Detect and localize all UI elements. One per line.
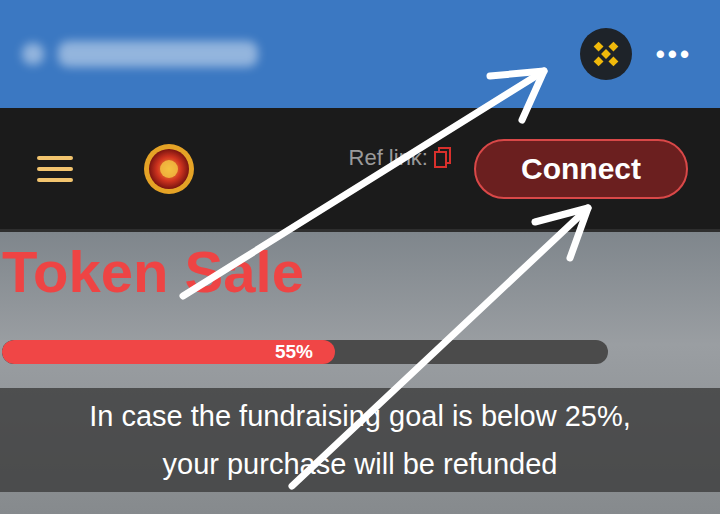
token-sale-title: Token Sale (0, 238, 720, 306)
copy-icon[interactable] (434, 147, 452, 169)
progress-bar: 55% (2, 340, 608, 364)
nav-bar: Ref link: Connect (0, 108, 720, 232)
club-logo-icon[interactable] (143, 143, 195, 195)
hamburger-icon[interactable] (37, 156, 73, 182)
screen: ••• Ref link: Connect Token Sale 55% In case … (0, 0, 720, 514)
annotation-arrows (0, 0, 720, 514)
ref-link[interactable]: Ref link: (349, 145, 452, 171)
refund-notice: In case the fundraising goal is below 25… (0, 388, 720, 492)
token-sale-section: Token Sale 55% In case the fundraising goa… (0, 232, 720, 514)
progress-reading: 55% (2, 340, 608, 364)
notice-line: your purchase will be refunded (163, 440, 558, 488)
menu-button[interactable]: ••• (650, 39, 698, 70)
connect-button[interactable]: Connect (474, 139, 688, 199)
binance-icon[interactable] (580, 28, 632, 80)
browser-bar: ••• (0, 0, 720, 108)
blurred-url (22, 41, 562, 67)
notice-line: In case the fundraising goal is below 25… (89, 392, 631, 440)
